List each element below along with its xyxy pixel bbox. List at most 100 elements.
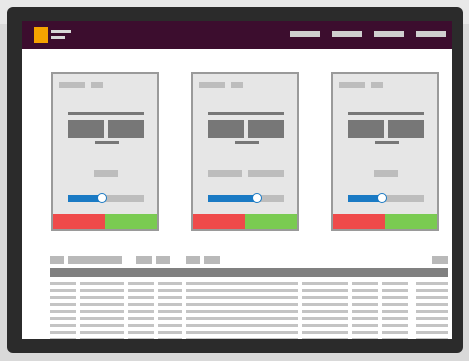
card-slider[interactable] xyxy=(68,193,144,203)
card-label-left xyxy=(208,170,242,177)
table-cell xyxy=(302,303,348,306)
table-cell xyxy=(416,331,448,334)
table-cell xyxy=(186,289,298,292)
table-cell xyxy=(158,303,182,306)
table-cell xyxy=(158,289,182,292)
nav-item-1[interactable] xyxy=(290,31,320,37)
nav-item-2[interactable] xyxy=(332,31,362,37)
table-cell xyxy=(352,331,378,334)
accept-button[interactable] xyxy=(385,214,437,229)
table-cell xyxy=(50,296,76,299)
table-cell xyxy=(416,282,448,285)
accept-button[interactable] xyxy=(105,214,157,229)
card-title xyxy=(339,82,383,88)
table-cell xyxy=(302,310,348,313)
table-cell xyxy=(158,296,182,299)
decline-button[interactable] xyxy=(193,214,245,229)
table-cell xyxy=(302,331,348,334)
table-row[interactable] xyxy=(50,338,448,339)
table-filter-3[interactable] xyxy=(136,256,152,264)
table-row[interactable] xyxy=(50,289,448,292)
table-filter-1[interactable] xyxy=(50,256,64,264)
card-title xyxy=(59,82,103,88)
table-cell xyxy=(382,289,408,292)
table-cell xyxy=(186,303,298,306)
table-cell xyxy=(50,317,76,320)
decline-button[interactable] xyxy=(333,214,385,229)
table-cell xyxy=(382,296,408,299)
table-filter-2[interactable] xyxy=(68,256,122,264)
nav-item-3[interactable] xyxy=(374,31,404,37)
table-cell xyxy=(50,331,76,334)
table-cell xyxy=(302,282,348,285)
table-cell xyxy=(382,324,408,327)
table-row[interactable] xyxy=(50,310,448,313)
card-slider[interactable] xyxy=(208,193,284,203)
table-cell xyxy=(50,324,76,327)
table-cell xyxy=(128,296,154,299)
slider-fill xyxy=(208,195,257,202)
table-cell xyxy=(186,331,298,334)
table-filter-6[interactable] xyxy=(204,256,220,264)
table-cell xyxy=(382,303,408,306)
card-image-left xyxy=(348,120,384,138)
hamburger-menu-icon[interactable] xyxy=(51,30,77,42)
card-caption xyxy=(235,141,259,144)
table-filter-4[interactable] xyxy=(156,256,170,264)
table-filter-5[interactable] xyxy=(186,256,200,264)
accept-button[interactable] xyxy=(245,214,297,229)
card-slider[interactable] xyxy=(348,193,424,203)
table-cell xyxy=(80,296,124,299)
nav-item-4[interactable] xyxy=(416,31,446,37)
table-cell xyxy=(186,310,298,313)
table-cell xyxy=(302,317,348,320)
card-2 xyxy=(191,72,299,231)
table-cell xyxy=(352,324,378,327)
table-cell xyxy=(352,303,378,306)
table-cell xyxy=(158,317,182,320)
card-divider xyxy=(208,112,284,115)
slider-handle[interactable] xyxy=(377,193,387,203)
card-image-left xyxy=(208,120,244,138)
table-cell xyxy=(80,331,124,334)
card-divider xyxy=(68,112,144,115)
table-cell xyxy=(80,324,124,327)
table-row[interactable] xyxy=(50,317,448,320)
card-image-right xyxy=(248,120,284,138)
table-cell xyxy=(186,296,298,299)
decline-button[interactable] xyxy=(53,214,105,229)
table-cell xyxy=(50,282,76,285)
table-cell xyxy=(352,296,378,299)
table-toolbar xyxy=(50,256,448,264)
table-cell xyxy=(416,317,448,320)
table-cell xyxy=(416,296,448,299)
table-row[interactable] xyxy=(50,296,448,299)
table-header xyxy=(50,268,448,277)
card-label-right xyxy=(248,170,284,177)
app-logo-icon[interactable] xyxy=(34,27,48,43)
table-cell xyxy=(50,303,76,306)
table-cell xyxy=(128,310,154,313)
table-cell xyxy=(158,324,182,327)
table-cell xyxy=(382,282,408,285)
table-row[interactable] xyxy=(50,324,448,327)
slider-handle[interactable] xyxy=(252,193,262,203)
table-cell xyxy=(158,282,182,285)
card-divider xyxy=(348,112,424,115)
table-cell xyxy=(416,338,448,339)
table-cell xyxy=(186,282,298,285)
table-action[interactable] xyxy=(432,256,448,264)
table-cell xyxy=(128,303,154,306)
table-cell xyxy=(302,338,348,339)
table-cell xyxy=(352,282,378,285)
table-cell xyxy=(50,338,76,339)
card-label xyxy=(374,170,398,177)
card-image-right xyxy=(388,120,424,138)
app-header xyxy=(22,21,452,49)
table-row[interactable] xyxy=(50,331,448,334)
card-3 xyxy=(331,72,439,231)
table-cell xyxy=(128,282,154,285)
table-row[interactable] xyxy=(50,282,448,285)
slider-handle[interactable] xyxy=(97,193,107,203)
table-row[interactable] xyxy=(50,303,448,306)
